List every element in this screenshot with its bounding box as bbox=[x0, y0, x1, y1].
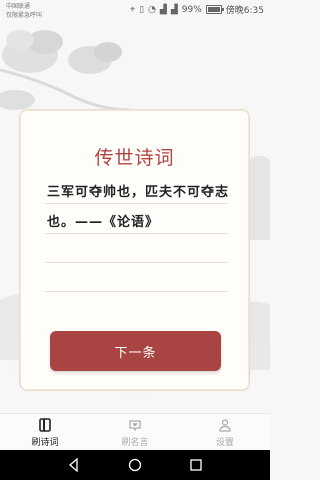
poem-line-1: 三军可夺帅也，匹夫不可夺志 bbox=[47, 185, 230, 200]
tab-label: 刷名言 bbox=[121, 438, 149, 448]
tab-label: 刷诗词 bbox=[31, 438, 59, 448]
ruled-line bbox=[45, 203, 228, 204]
bottom-tab-bar: 刷诗词 刷名言 设置 bbox=[0, 413, 270, 450]
peony-blossom bbox=[0, 30, 131, 112]
system-nav-bar bbox=[0, 450, 270, 480]
poem-card: 传世诗词 三军可夺帅也，匹夫不可夺志 也。——《论语》 下一条 bbox=[19, 109, 250, 391]
next-button[interactable]: 下一条 bbox=[50, 331, 221, 371]
tab-quotes[interactable]: 刷名言 bbox=[105, 418, 165, 448]
tab-label: 设置 bbox=[215, 438, 234, 448]
tab-settings[interactable]: 设置 bbox=[195, 418, 255, 448]
recent-apps-icon[interactable] bbox=[188, 457, 204, 473]
quote-heart-icon bbox=[129, 420, 141, 432]
back-icon[interactable] bbox=[66, 457, 82, 473]
poem-line-2: 也。——《论语》 bbox=[47, 215, 160, 230]
ruled-line bbox=[45, 262, 228, 263]
ruled-line bbox=[45, 233, 228, 234]
person-icon bbox=[219, 419, 231, 432]
card-title: 传世诗词 bbox=[94, 147, 175, 169]
tab-poems[interactable]: 刷诗词 bbox=[15, 418, 75, 448]
book-icon bbox=[39, 418, 51, 432]
ruled-line bbox=[45, 291, 228, 292]
home-icon[interactable] bbox=[127, 457, 143, 473]
